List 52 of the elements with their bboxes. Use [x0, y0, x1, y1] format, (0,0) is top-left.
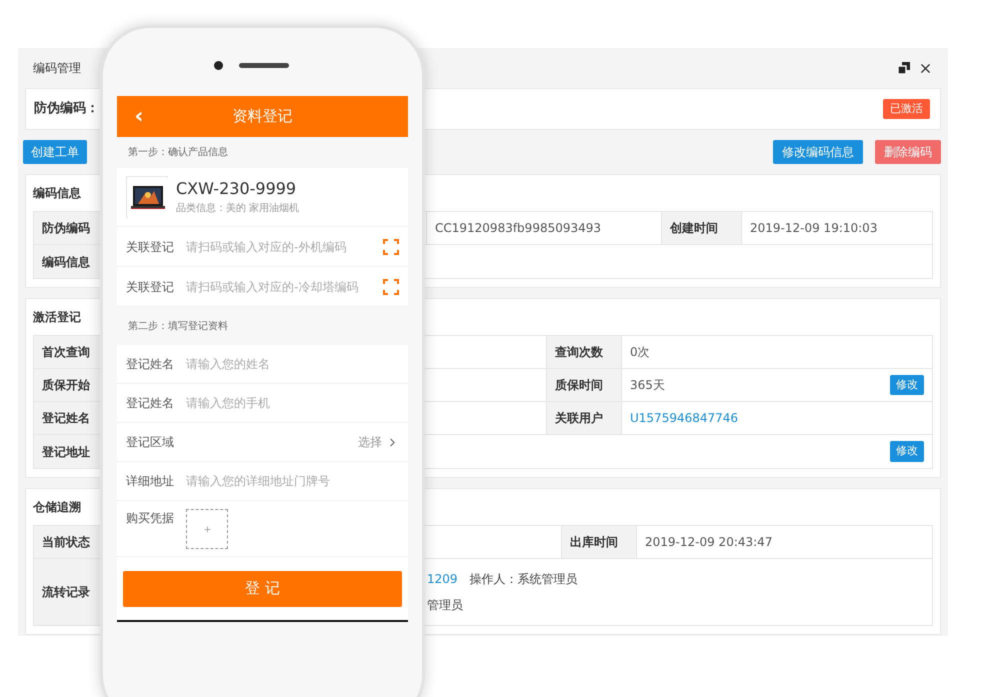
code-label: 防伪编码： — [34, 100, 99, 118]
record-link[interactable]: 1209 — [427, 570, 458, 588]
app-title: 资料登记 — [232, 106, 294, 128]
input-field[interactable]: 请输入您的手机 — [186, 394, 399, 412]
input-field[interactable]: 请输入您的详细地址门牌号 — [186, 472, 399, 490]
product-category: 品类信息：美的 家用油烟机 — [176, 202, 300, 216]
action-button[interactable]: 删除编码 — [875, 140, 941, 164]
input-field[interactable]: 请扫码或输入对应的-外机编码 — [186, 238, 383, 256]
section-title: 仓储追溯 — [33, 499, 81, 516]
field-label: 登记区域 — [126, 434, 175, 451]
row-value: 0次 — [630, 344, 650, 361]
field-label: 详细地址 — [126, 473, 175, 490]
upload-box[interactable] — [186, 509, 228, 549]
field-label: 登记姓名 — [126, 356, 175, 373]
scan-icon[interactable] — [383, 238, 399, 254]
create-button[interactable]: 创建工单 — [23, 140, 87, 164]
code-value: CC19120983fb9985093493 — [435, 220, 602, 237]
field-label: 关联登记 — [126, 238, 175, 256]
field-label: 关联登记 — [126, 278, 175, 296]
region-select[interactable]: 选择 — [358, 433, 399, 451]
window-title: 编码管理 — [33, 60, 81, 77]
edit-button[interactable]: 修改 — [890, 441, 924, 462]
row-label: 创建时间 — [662, 212, 742, 244]
input-field[interactable]: 请扫码或输入对应的-冷却塔编码 — [186, 278, 383, 296]
section-title: 编码信息 — [33, 185, 81, 202]
row-label: 查询次数 — [547, 336, 622, 368]
status-badge: 已激活 — [883, 98, 930, 120]
row-value: 2019-12-09 19:10:03 — [750, 220, 878, 237]
restore-icon[interactable] — [898, 62, 910, 74]
row-label: 关联用户 — [547, 402, 622, 434]
camera-icon — [214, 61, 223, 70]
record-text: 管理员 — [427, 597, 463, 614]
scan-icon[interactable] — [383, 278, 399, 294]
row-value: 2019-12-09 20:43:47 — [645, 534, 772, 551]
edit-button[interactable]: 修改 — [890, 374, 924, 396]
section-title: 激活登记 — [33, 309, 81, 326]
submit-button[interactable]: 登 记 — [123, 570, 402, 606]
step-label: 第一步：确认产品信息 — [128, 146, 228, 160]
input-field[interactable]: 请输入您的姓名 — [186, 355, 399, 373]
record-text: 操作人：系统管理员 — [470, 571, 578, 588]
user-link[interactable]: U1575946847746 — [630, 409, 738, 427]
row-label: 质保时间 — [547, 369, 622, 401]
plus-icon — [202, 524, 212, 534]
speaker-icon — [239, 63, 289, 68]
product-model: CXW-230-9999 — [176, 178, 298, 198]
field-label: 登记姓名 — [126, 395, 175, 412]
row-value: 365天 — [630, 377, 665, 394]
field-label: 购买凭据 — [126, 510, 175, 527]
step-label: 第二步：填写登记资料 — [128, 320, 228, 334]
row-label: 出库时间 — [562, 526, 637, 558]
action-button[interactable]: 修改编码信息 — [773, 140, 863, 164]
back-button[interactable]: ‹ — [129, 106, 149, 128]
